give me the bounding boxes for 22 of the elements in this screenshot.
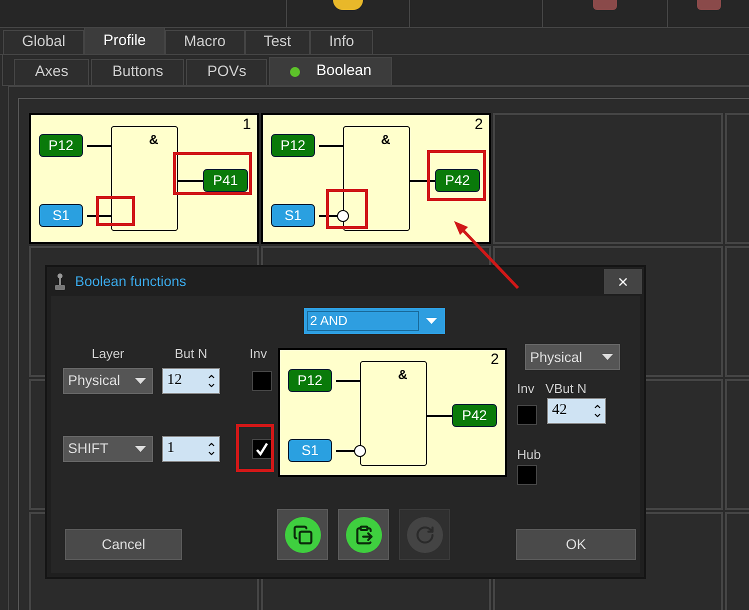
dialog-title: Boolean functions (75, 272, 186, 291)
input-tag: P12 (288, 369, 332, 392)
function-number: 2 (474, 117, 483, 132)
input-tag: S1 (271, 204, 315, 227)
column-label: But N (174, 345, 208, 363)
column-label: Layer (90, 345, 126, 363)
field-label: VBut N (545, 380, 587, 398)
output-tag: P42 (452, 404, 497, 427)
column-label: Inv (248, 345, 268, 363)
function-number: 1 (242, 117, 251, 132)
field-label: Inv (517, 380, 534, 398)
gate-symbol: & (381, 133, 390, 146)
output-tag: P41 (203, 169, 248, 192)
function-number: 2 (490, 352, 499, 367)
gate-symbol: & (149, 133, 158, 146)
output-tag: P42 (435, 169, 480, 192)
input-tag: S1 (39, 204, 83, 227)
field-label: Hub (517, 446, 542, 464)
gate-symbol: & (398, 368, 408, 381)
input-tag: P12 (39, 134, 83, 157)
input-tag: S1 (288, 439, 332, 462)
input-tag: P12 (271, 134, 315, 157)
